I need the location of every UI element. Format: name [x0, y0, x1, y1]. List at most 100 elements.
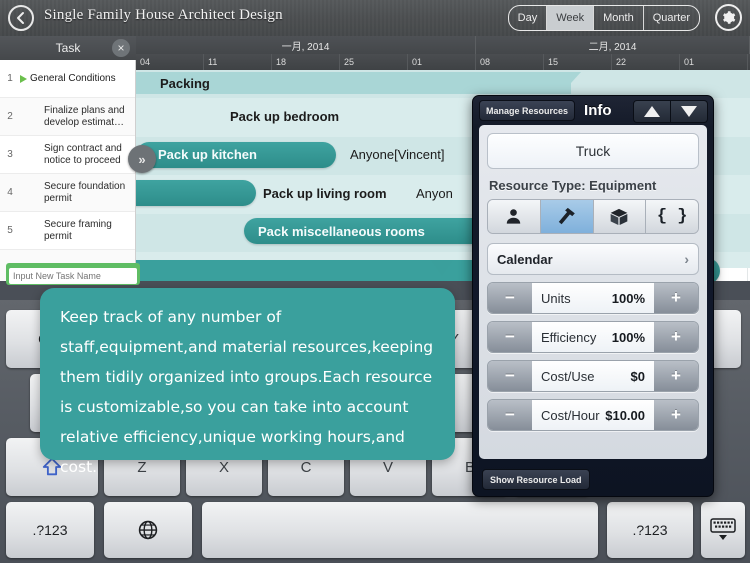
resource-type-material-button[interactable] [593, 200, 647, 233]
gantt-bar-label: Pack up kitchen [158, 147, 257, 162]
gantt-bar-label: Pack miscellaneous rooms [258, 224, 425, 239]
task-list-panel: Task × 1 General Conditions 2 Finalize p… [0, 36, 136, 281]
gantt-week-tick: 15 [544, 54, 612, 70]
gear-icon [723, 11, 736, 24]
list-item[interactable]: 1 General Conditions [0, 60, 135, 98]
units-increment-button[interactable]: + [654, 283, 698, 313]
calendar-label: Calendar [497, 251, 553, 267]
list-item[interactable]: 2 Finalize plans and develop estimat… [0, 98, 135, 136]
cost-per-use-decrement-button[interactable]: − [488, 361, 532, 391]
timescale-day[interactable]: Day [509, 6, 548, 30]
units-stepper[interactable]: − Units 100% + [487, 282, 699, 314]
efficiency-decrement-button[interactable]: − [488, 322, 532, 352]
key-hide-keyboard[interactable] [701, 502, 745, 558]
list-item[interactable]: 3 Sign contract and notice to proceed [0, 136, 135, 174]
task-name: Secure framing permit [44, 218, 112, 242]
gantt-week-tick: 08 [476, 54, 544, 70]
resource-name-field[interactable]: Truck [487, 133, 699, 169]
task-panel-header: Task × [0, 36, 136, 60]
task-number: 2 [7, 111, 13, 122]
task-list[interactable]: 1 General Conditions 2 Finalize plans an… [0, 60, 136, 281]
list-item[interactable]: 4 Secure foundation permit [0, 174, 135, 212]
cost-per-hour-decrement-button[interactable]: − [488, 400, 532, 430]
gantt-task-bar[interactable] [136, 180, 256, 206]
timescale-segmented-control[interactable]: Day Week Month Quarter [507, 5, 700, 31]
task-number: 4 [7, 187, 13, 198]
resource-panel-body: Truck Resource Type: Equipment {} Calen… [479, 125, 707, 459]
gantt-bar-resource: Anyone[Vincent] [350, 147, 445, 162]
back-arrow-icon [17, 12, 24, 24]
units-label: Units [541, 290, 571, 306]
timescale-week[interactable]: Week [547, 6, 595, 30]
manage-resources-button[interactable]: Manage Resources [479, 100, 576, 121]
gantt-milestone-icon [431, 260, 453, 276]
cost-per-use-value: $0 [630, 368, 645, 384]
new-task-input[interactable] [9, 268, 137, 284]
efficiency-value: 100% [611, 329, 645, 345]
task-name: Finalize plans and develop estimat… [44, 104, 125, 128]
chevron-right-icon: › [684, 251, 689, 267]
globe-icon [138, 520, 158, 540]
gantt-week-tick: 11 [204, 54, 272, 70]
efficiency-value-field[interactable]: Efficiency 100% [532, 322, 654, 352]
cost-per-hour-value-field[interactable]: Cost/Hour $10.00 [532, 400, 654, 430]
new-task-field-wrapper [6, 263, 140, 285]
key-numeric-right[interactable]: .?123 [607, 502, 693, 558]
gantt-month-label: 二月, 2014 [476, 36, 750, 54]
efficiency-label: Efficiency [541, 329, 597, 345]
timescale-quarter[interactable]: Quarter [644, 6, 699, 30]
app-root: Single Family House Architect Design Day… [0, 0, 750, 563]
disclosure-triangle-icon[interactable] [20, 74, 30, 83]
record-nav-arrows[interactable] [633, 100, 708, 123]
box-icon [611, 208, 628, 225]
resource-type-work-button[interactable] [488, 200, 541, 233]
cost-per-hour-stepper[interactable]: − Cost/Hour $10.00 + [487, 399, 699, 431]
resource-type-custom-button[interactable]: { } [646, 200, 698, 233]
task-name: Secure foundation permit [44, 180, 126, 204]
previous-resource-button[interactable] [633, 100, 671, 123]
efficiency-stepper[interactable]: − Efficiency 100% + [487, 321, 699, 353]
gantt-bar-resource: Anyon [416, 186, 453, 201]
calendar-row[interactable]: Calendar › [487, 243, 699, 275]
cost-per-hour-value: $10.00 [605, 407, 645, 423]
gantt-week-header: 04 11 18 25 01 08 15 22 01 [136, 54, 750, 70]
cost-per-use-increment-button[interactable]: + [654, 361, 698, 391]
resource-panel-header: Manage Resources Info [473, 96, 713, 125]
hammer-icon [558, 207, 575, 225]
units-value: 100% [611, 290, 645, 306]
units-decrement-button[interactable]: − [488, 283, 532, 313]
next-resource-button[interactable] [671, 100, 708, 123]
list-item[interactable]: 5 Secure framing permit [0, 212, 135, 250]
gantt-week-tick: 18 [272, 54, 340, 70]
person-icon [507, 209, 521, 224]
close-icon[interactable]: × [112, 39, 130, 57]
gantt-summary-tail [571, 72, 581, 83]
units-value-field[interactable]: Units 100% [532, 283, 654, 313]
resource-panel-title: Info [584, 102, 612, 119]
gantt-bar-label: Pack up bedroom [230, 109, 340, 124]
resource-type-selector[interactable]: { } [487, 199, 699, 234]
cost-per-use-value-field[interactable]: Cost/Use $0 [532, 361, 654, 391]
efficiency-increment-button[interactable]: + [654, 322, 698, 352]
page-title: Single Family House Architect Design [44, 7, 283, 23]
back-button[interactable] [8, 5, 34, 31]
show-resource-load-button[interactable]: Show Resource Load [482, 469, 590, 490]
task-number: 3 [7, 149, 13, 160]
key-space[interactable] [202, 502, 598, 558]
key-numeric-left[interactable]: .?123 [6, 502, 94, 558]
top-toolbar: Single Family House Architect Design Day… [0, 0, 750, 37]
hide-keyboard-icon [710, 518, 736, 540]
gantt-month-header: 一月, 2014 二月, 2014 [136, 36, 750, 54]
cost-per-use-stepper[interactable]: − Cost/Use $0 + [487, 360, 699, 392]
gantt-bar-label: Pack up living room [263, 186, 387, 201]
key-globe[interactable] [104, 502, 192, 558]
task-number: 5 [7, 225, 13, 236]
feature-tooltip[interactable]: Keep track of any number of staff,equipm… [40, 288, 455, 476]
settings-button[interactable] [715, 4, 742, 31]
cost-per-hour-increment-button[interactable]: + [654, 400, 698, 430]
task-number: 1 [7, 73, 13, 84]
gantt-month-label: 一月, 2014 [136, 36, 476, 54]
timescale-month[interactable]: Month [594, 6, 644, 30]
expand-panel-button[interactable]: » [128, 145, 156, 173]
resource-type-equipment-button[interactable] [540, 200, 594, 233]
